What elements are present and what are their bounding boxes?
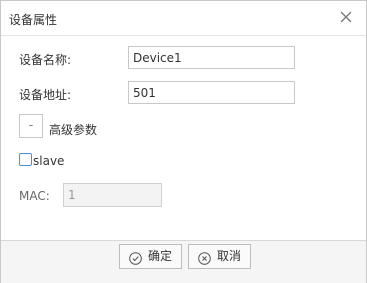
cancel-button[interactable]: 取消 [188, 244, 251, 269]
advanced-params-label: 高级参数 [49, 123, 98, 137]
dialog-title: 设备属性 [9, 13, 58, 27]
dialog-body: 设备名称: 设备地址: - 高级参数 slave MAC: [1, 36, 366, 240]
mac-input [63, 183, 162, 207]
advanced-collapse-button[interactable]: - [19, 114, 43, 138]
ok-button-label: 确定 [148, 249, 173, 263]
device-address-input[interactable] [128, 81, 295, 104]
dialog-footer: 确定 取消 [1, 240, 366, 283]
cancel-button-label: 取消 [217, 249, 242, 263]
dialog-titlebar: 设备属性 [1, 1, 366, 36]
device-name-label: 设备名称: [19, 53, 72, 67]
mac-label: MAC: [19, 189, 50, 203]
check-circle-icon [129, 250, 142, 265]
device-address-label: 设备地址: [19, 88, 72, 102]
close-icon[interactable] [340, 11, 352, 23]
ok-button[interactable]: 确定 [119, 244, 182, 269]
device-name-input[interactable] [128, 46, 295, 69]
slave-label[interactable]: slave [33, 154, 64, 168]
x-circle-icon [198, 250, 211, 265]
slave-checkbox[interactable] [19, 153, 32, 166]
device-properties-dialog: 设备属性 设备名称: 设备地址: - 高级参数 slave MAC: 确定 [0, 0, 367, 283]
